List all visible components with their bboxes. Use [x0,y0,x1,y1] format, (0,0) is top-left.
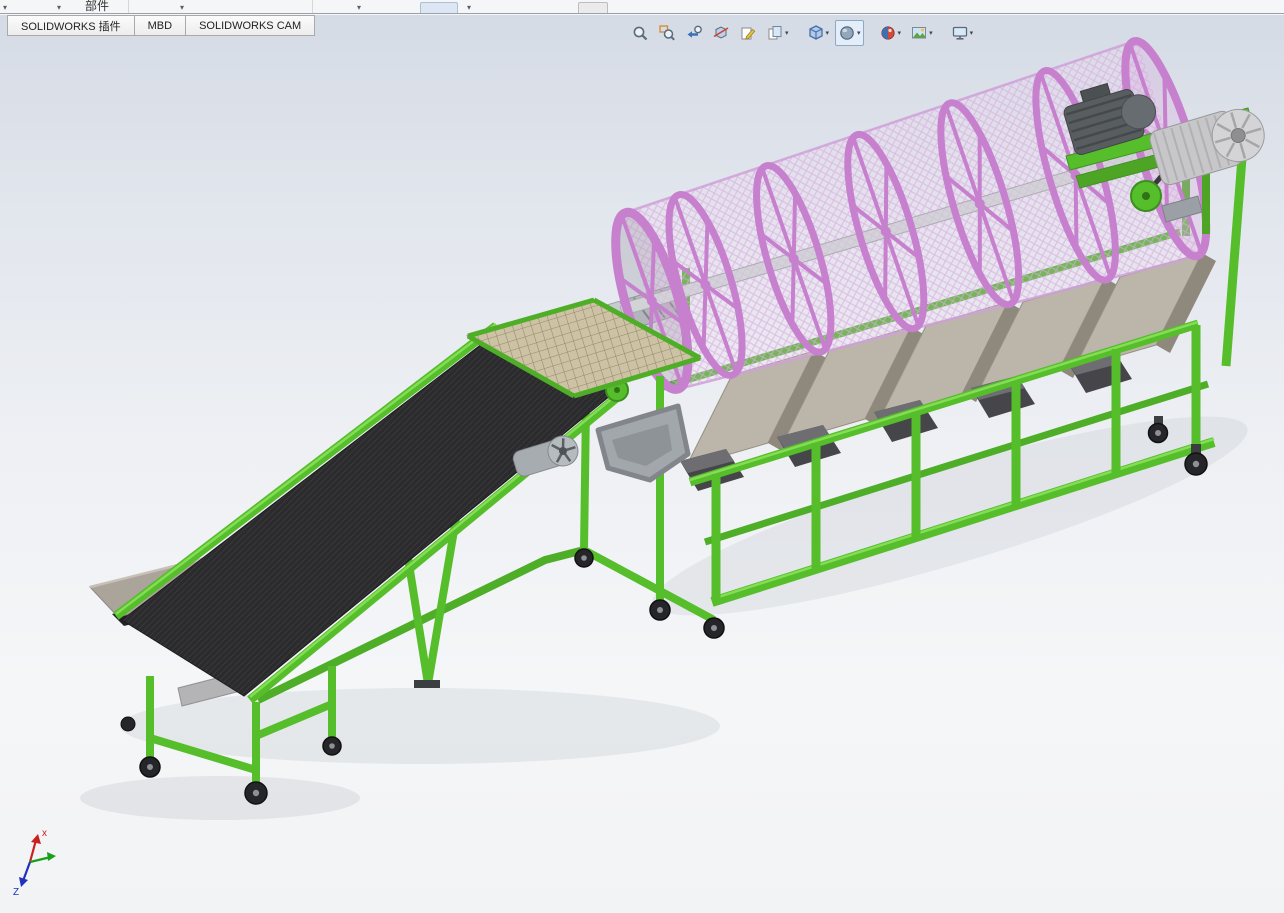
tab-mbd[interactable]: MBD [133,15,187,36]
ribbon-dropdown-caret[interactable]: ▾ [357,3,361,12]
tab-solidworks-cam[interactable]: SOLIDWORKS CAM [185,15,316,36]
ribbon-partial-button[interactable] [420,2,458,13]
command-manager-tabs: SOLIDWORKS 插件 MBD SOLIDWORKS CAM [7,15,316,36]
transfer-funnel[interactable] [595,403,691,483]
ribbon-dropdown-caret[interactable]: ▾ [57,3,61,12]
ribbon-group-label[interactable]: 部件 [85,0,109,13]
ribbon-strip: ▾ ▾ 部件 ▾ ▾ ▾ [0,0,1284,14]
ribbon-separator [128,0,129,13]
model-canvas[interactable]: x Z [0,36,1284,913]
graphics-viewport[interactable]: SOLIDWORKS 插件 MBD SOLIDWORKS CAM ▾ ▾ ▾ ▾… [0,15,1284,913]
ribbon-dropdown-caret[interactable]: ▾ [467,3,471,12]
ribbon-separator [312,0,313,13]
triad-x-label: x [42,828,47,839]
tab-solidworks-addins[interactable]: SOLIDWORKS 插件 [7,15,135,36]
reference-triad[interactable]: x Z [13,828,56,898]
ribbon-dropdown-caret[interactable]: ▾ [180,3,184,12]
ribbon-dropdown-caret[interactable]: ▾ [3,3,7,12]
triad-z-label: Z [13,887,19,898]
ribbon-partial-button[interactable] [578,2,608,13]
